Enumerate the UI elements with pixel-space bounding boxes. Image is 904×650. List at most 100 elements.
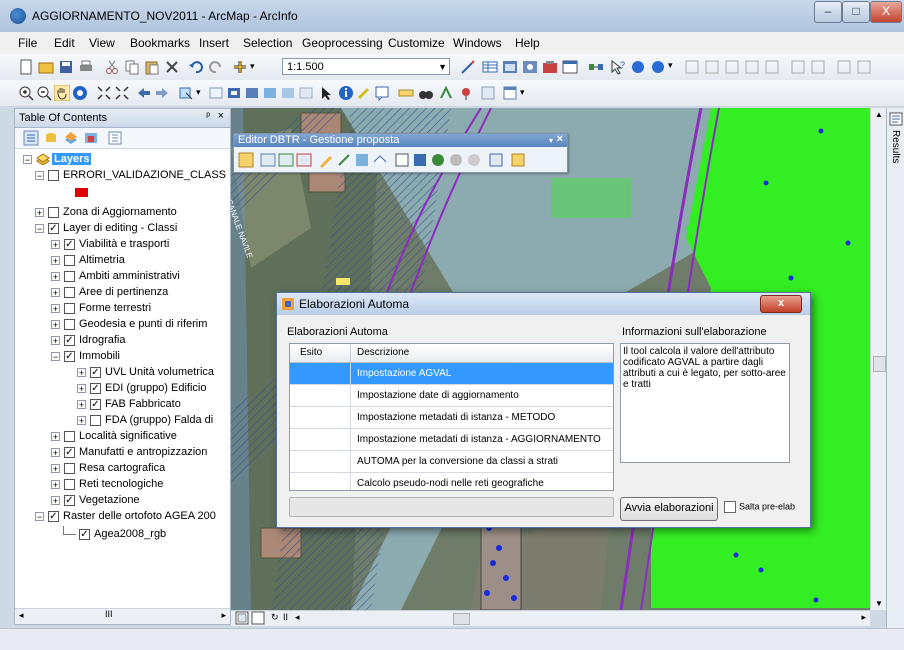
select-features-icon[interactable] — [178, 85, 194, 101]
column-header-esito[interactable]: Esito — [300, 347, 322, 358]
toolbar-overflow-icon[interactable]: ▾ — [668, 60, 673, 71]
editor-tool-10-icon[interactable] — [412, 152, 428, 168]
toc-options-icon[interactable] — [107, 130, 123, 146]
menu-edit[interactable]: Edit — [54, 36, 75, 50]
toolbar-options-arrow[interactable]: ▾ — [549, 134, 553, 147]
data-view-icon[interactable] — [251, 611, 265, 625]
layer-visibility-checkbox[interactable] — [64, 254, 75, 266]
viewer-dropdown-arrow[interactable]: ▾ — [520, 87, 525, 98]
toc-layer-manufatti[interactable]: + ✓ Manufatti e antropizzazion — [51, 444, 207, 460]
editor-tool-6-icon[interactable] — [336, 152, 352, 168]
skip-pre-elab-option[interactable]: Salta pre-elab — [724, 501, 795, 513]
run-elaborations-button[interactable]: Avvia elaborazioni — [620, 497, 718, 521]
layer-visibility-checkbox[interactable] — [90, 414, 101, 426]
expand-icon[interactable]: + — [77, 415, 86, 425]
results-tab-label[interactable]: Results — [890, 130, 901, 163]
toc-layer-raster[interactable]: − ✓ Raster delle ortofoto AGEA 200 — [35, 508, 216, 524]
editor-toolbar-close[interactable]: × — [557, 133, 563, 146]
expand-icon[interactable]: + — [77, 367, 86, 377]
editor-tool-1-icon[interactable] — [238, 152, 254, 168]
globe-blue-2-icon[interactable] — [650, 59, 666, 75]
layer-visibility-checkbox[interactable]: ✓ — [79, 528, 90, 540]
toc-layer-group-layers[interactable]: − Layers — [23, 151, 92, 167]
expand-icon[interactable]: + — [51, 271, 60, 281]
forward-arrow-icon[interactable] — [154, 85, 170, 101]
layer-visibility-checkbox[interactable] — [64, 478, 75, 490]
editor-tool-3-icon[interactable] — [278, 152, 294, 168]
layer-visibility-checkbox[interactable]: ✓ — [90, 382, 101, 394]
go-to-xy-icon[interactable] — [458, 85, 474, 101]
add-data-icon[interactable] — [232, 59, 248, 75]
scroll-thumb[interactable] — [873, 356, 886, 372]
toc-layer-idrografia[interactable]: + ✓ Idrografia — [51, 332, 125, 348]
globe-blue-icon[interactable] — [630, 59, 646, 75]
maximize-button[interactable]: □ — [842, 1, 870, 23]
layer-visibility-checkbox[interactable] — [64, 462, 75, 474]
scroll-thumb-grip[interactable]: III — [105, 609, 113, 619]
column-header-descrizione[interactable]: Descrizione — [357, 347, 409, 358]
topology-tool-9-icon[interactable] — [856, 59, 872, 75]
editor-tool-11-icon[interactable] — [430, 152, 446, 168]
list-by-visibility-icon[interactable] — [63, 130, 79, 146]
collapse-icon[interactable]: − — [35, 511, 44, 521]
expand-icon[interactable]: + — [51, 319, 60, 329]
skip-pre-elab-checkbox[interactable] — [724, 501, 736, 513]
hyperlink-icon[interactable] — [356, 85, 372, 101]
search-window-icon[interactable] — [522, 59, 538, 75]
topology-tool-5-icon[interactable] — [764, 59, 780, 75]
results-side-panel[interactable]: Results — [886, 108, 904, 628]
editor-tool-12-icon[interactable] — [448, 152, 464, 168]
toc-layer-agea2008[interactable]: ✓ Agea2008_rgb — [63, 526, 166, 542]
dialog-close-button[interactable]: x — [760, 295, 802, 313]
dialog-titlebar[interactable]: Elaborazioni Automa x — [277, 293, 810, 315]
catalog-icon[interactable] — [502, 59, 518, 75]
pause-icon[interactable]: II — [283, 612, 288, 622]
layer-visibility-checkbox[interactable]: ✓ — [64, 350, 75, 362]
layer-visibility-checkbox[interactable]: ✓ — [48, 510, 59, 522]
layer-visibility-checkbox[interactable]: ✓ — [64, 446, 75, 458]
find-binoculars-icon[interactable] — [418, 85, 434, 101]
fixed-zoom-in-icon[interactable] — [96, 85, 112, 101]
pin-icon[interactable]: ᵖ — [206, 111, 210, 122]
back-arrow-icon[interactable] — [136, 85, 152, 101]
arctoolbox-icon[interactable] — [542, 59, 558, 75]
zoom-out-icon[interactable] — [36, 85, 52, 101]
select-elements-icon[interactable] — [226, 85, 242, 101]
list-by-selection-icon[interactable] — [83, 130, 99, 146]
scroll-up-icon[interactable]: ▲ — [875, 110, 883, 119]
layer-visibility-checkbox[interactable]: ✓ — [90, 366, 101, 378]
expand-icon[interactable]: + — [77, 399, 86, 409]
editor-tool-4-icon[interactable] — [296, 152, 312, 168]
topology-tool-4-icon[interactable] — [744, 59, 760, 75]
pan-hand-icon[interactable] — [54, 85, 70, 101]
collapse-icon[interactable]: − — [35, 223, 44, 233]
expand-icon[interactable]: + — [51, 431, 60, 441]
editor-tool-13-icon[interactable] — [466, 152, 482, 168]
scroll-down-icon[interactable]: ▼ — [875, 599, 883, 608]
refresh-icon[interactable]: ↻ — [271, 612, 279, 623]
modelbuilder-icon[interactable] — [588, 59, 604, 75]
layout-view-icon[interactable] — [235, 611, 249, 625]
toc-layer-ambiti[interactable]: + Ambiti amministrativi — [51, 268, 180, 284]
select-dropdown-arrow[interactable]: ▾ — [196, 87, 201, 98]
grid-row[interactable]: Impostazione metadati di istanza - METOD… — [290, 407, 613, 429]
toc-layer-fab[interactable]: + ✓ FAB Fabbricato — [77, 396, 181, 412]
expand-icon[interactable]: + — [51, 287, 60, 297]
scroll-thumb[interactable] — [453, 613, 470, 625]
measure-icon[interactable] — [398, 85, 414, 101]
menu-help[interactable]: Help — [515, 36, 540, 50]
menu-customize[interactable]: Customize — [388, 36, 445, 50]
identify-icon[interactable] — [338, 85, 354, 101]
time-slider-icon[interactable] — [480, 85, 496, 101]
clear-selection-icon[interactable] — [208, 85, 224, 101]
toc-horizontal-scrollbar[interactable]: ◂ III ▸ — [15, 608, 230, 624]
menu-view[interactable]: View — [89, 36, 115, 50]
copy-icon[interactable] — [124, 59, 140, 75]
menu-selection[interactable]: Selection — [243, 36, 292, 50]
menu-windows[interactable]: Windows — [453, 36, 502, 50]
grid-row[interactable]: Impostazione metadati di istanza - AGGIO… — [290, 429, 613, 451]
layer-visibility-checkbox[interactable]: ✓ — [64, 238, 75, 250]
grid-row-selected[interactable]: Impostazione AGVAL — [290, 363, 613, 385]
topology-tool-3-icon[interactable] — [724, 59, 740, 75]
toc-layer-altimetria[interactable]: + Altimetria — [51, 252, 125, 268]
